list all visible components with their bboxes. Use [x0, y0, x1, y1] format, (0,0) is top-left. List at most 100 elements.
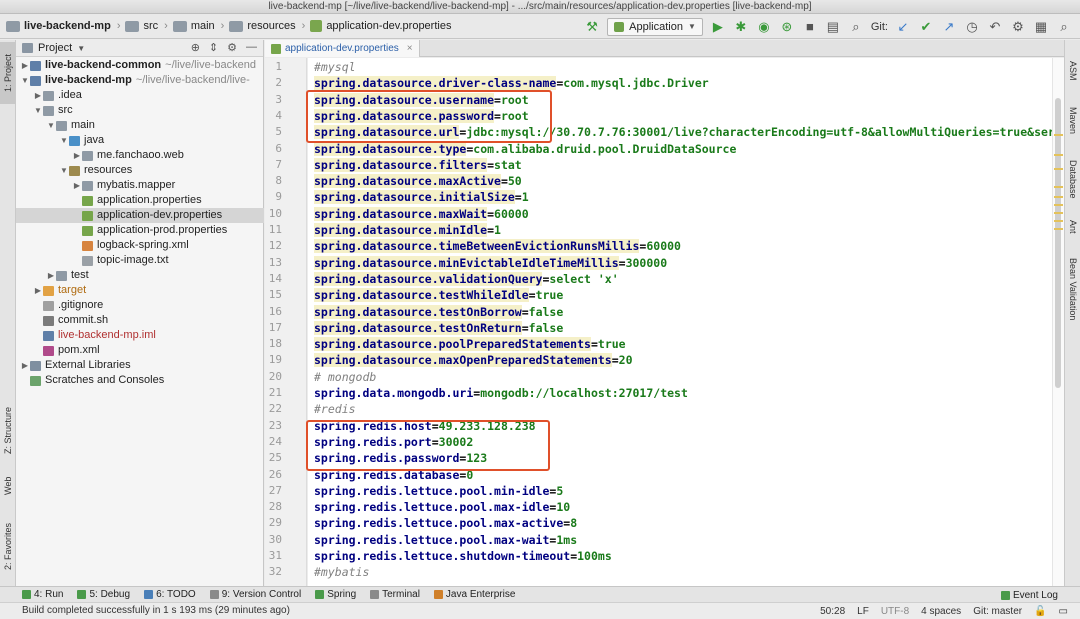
- chevron-down-icon[interactable]: ▼: [46, 118, 56, 133]
- warning-marker[interactable]: [1054, 154, 1063, 156]
- file-encoding[interactable]: UTF-8: [881, 606, 909, 617]
- code-line[interactable]: spring.datasource.timeBetweenEvictionRun…: [314, 238, 681, 254]
- search-icon[interactable]: ⌕: [1056, 19, 1072, 35]
- tab-database[interactable]: Database: [1065, 152, 1080, 206]
- warning-marker[interactable]: [1054, 204, 1063, 206]
- tree-item[interactable]: ▶ me.fanchaoo.web: [16, 148, 264, 163]
- tree-item[interactable]: application.properties: [16, 193, 264, 208]
- tool-window-button[interactable]: Spring: [315, 589, 356, 600]
- tool-window-button[interactable]: Java Enterprise: [433, 589, 515, 600]
- event-log-button[interactable]: Event Log: [1000, 587, 1058, 603]
- chevron-right-icon[interactable]: ▶: [20, 58, 30, 73]
- tab-web[interactable]: Web: [0, 470, 16, 502]
- code-line[interactable]: spring.datasource.filters=stat: [314, 157, 522, 173]
- tab-structure[interactable]: Z: Structure: [0, 398, 16, 462]
- code-line[interactable]: #redis: [314, 401, 356, 417]
- tab-ant[interactable]: Ant: [1065, 216, 1080, 238]
- tree-item[interactable]: application-prod.properties: [16, 223, 264, 238]
- breadcrumb-item[interactable]: application-dev.properties: [326, 20, 451, 32]
- git-update-icon[interactable]: ↙: [895, 19, 911, 35]
- tree-item[interactable]: ▼ main: [16, 118, 264, 133]
- warning-marker[interactable]: [1054, 168, 1063, 170]
- chevron-right-icon[interactable]: ▶: [20, 358, 30, 373]
- code-line[interactable]: spring.datasource.maxOpenPreparedStateme…: [314, 352, 633, 368]
- chevron-right-icon[interactable]: ▶: [72, 148, 82, 163]
- code-line[interactable]: #mybatis: [314, 564, 369, 580]
- chevron-right-icon[interactable]: ▶: [46, 268, 56, 283]
- history-icon[interactable]: ◷: [964, 19, 980, 35]
- tree-item[interactable]: Scratches and Consoles: [16, 373, 264, 388]
- tool-window-button[interactable]: 5: Debug: [77, 589, 130, 600]
- breadcrumb-item[interactable]: src: [143, 20, 158, 32]
- tree-item[interactable]: ▼ java: [16, 133, 264, 148]
- close-icon[interactable]: ×: [407, 43, 413, 54]
- code-line[interactable]: spring.datasource.testOnBorrow=false: [314, 304, 563, 320]
- warning-marker[interactable]: [1054, 196, 1063, 198]
- chevron-right-icon[interactable]: ▶: [72, 178, 82, 193]
- hide-panel-icon[interactable]: —: [246, 41, 257, 54]
- tree-item[interactable]: ▼ live-backend-mp ~/live/live-backend/live…: [16, 73, 264, 88]
- line-separator[interactable]: LF: [857, 606, 869, 617]
- caret-position[interactable]: 50:28: [820, 606, 845, 617]
- tree-item[interactable]: ▶ mybatis.mapper: [16, 178, 264, 193]
- chevron-right-icon[interactable]: ▶: [33, 283, 43, 298]
- code-line[interactable]: spring.redis.lettuce.pool.min-idle=5: [314, 483, 563, 499]
- chevron-down-icon[interactable]: ▼: [59, 163, 69, 178]
- code-line[interactable]: spring.redis.lettuce.pool.max-active=8: [314, 515, 577, 531]
- tree-item[interactable]: ▼ resources: [16, 163, 264, 178]
- chevron-right-icon[interactable]: ▶: [33, 88, 43, 103]
- layout-icon[interactable]: ▦: [1033, 19, 1049, 35]
- tree-item[interactable]: logback-spring.xml: [16, 238, 264, 253]
- tree-item[interactable]: application-dev.properties: [16, 208, 264, 223]
- lock-icon[interactable]: 🔓: [1034, 606, 1046, 617]
- warning-marker[interactable]: [1054, 212, 1063, 214]
- tool-window-button[interactable]: 4: Run: [22, 589, 63, 600]
- code-line[interactable]: # mongodb: [314, 369, 376, 385]
- tree-item[interactable]: ▼ src: [16, 103, 264, 118]
- locate-file-icon[interactable]: ⊕: [191, 41, 200, 54]
- tree-item[interactable]: ▶ .idea: [16, 88, 264, 103]
- code-line[interactable]: spring.datasource.poolPreparedStatements…: [314, 336, 626, 352]
- git-branch[interactable]: Git: master: [973, 606, 1022, 617]
- code-line[interactable]: spring.datasource.testWhileIdle=true: [314, 287, 563, 303]
- breadcrumb-item[interactable]: resources: [247, 20, 295, 32]
- git-push-icon[interactable]: ↗: [941, 19, 957, 35]
- code-line[interactable]: spring.datasource.maxActive=50: [314, 173, 522, 189]
- indent-setting[interactable]: 4 spaces: [921, 606, 961, 617]
- git-commit-icon[interactable]: ✔: [918, 19, 934, 35]
- tree-item[interactable]: commit.sh: [16, 313, 264, 328]
- tree-item[interactable]: pom.xml: [16, 343, 264, 358]
- code-line[interactable]: spring.redis.lettuce.shutdown-timeout=10…: [314, 548, 612, 564]
- profile-icon[interactable]: ⊛: [779, 19, 795, 35]
- chevron-down-icon[interactable]: ▼: [33, 103, 43, 118]
- tab-application-dev-properties[interactable]: application-dev.properties ×: [265, 40, 420, 57]
- wrench-icon[interactable]: ⚙: [1010, 19, 1026, 35]
- tab-asm[interactable]: ASM: [1065, 58, 1080, 84]
- code-line[interactable]: spring.datasource.maxWait=60000: [314, 206, 529, 222]
- tab-project[interactable]: 1: Project: [0, 42, 16, 104]
- code-line[interactable]: spring.datasource.minIdle=1: [314, 222, 501, 238]
- code-line[interactable]: spring.datasource.minEvictableIdleTimeMi…: [314, 255, 667, 271]
- tab-bean-validation[interactable]: Bean Validation: [1065, 250, 1080, 328]
- breadcrumb-item[interactable]: live-backend-mp: [24, 20, 111, 32]
- gear-icon[interactable]: ⚙: [227, 41, 237, 54]
- rollback-icon[interactable]: ↶: [987, 19, 1003, 35]
- tree-item[interactable]: ▶ target: [16, 283, 264, 298]
- code-line[interactable]: spring.datasource.testOnReturn=false: [314, 320, 563, 336]
- editor-scrollbar[interactable]: [1052, 58, 1064, 586]
- chevron-down-icon[interactable]: ▼: [59, 133, 69, 148]
- breadcrumb-item[interactable]: main: [191, 20, 215, 32]
- coverage-icon[interactable]: ◉: [756, 19, 772, 35]
- code-line[interactable]: spring.datasource.validationQuery=select…: [314, 271, 619, 287]
- chevron-down-icon[interactable]: ▼: [20, 73, 30, 88]
- tree-item[interactable]: topic-image.txt: [16, 253, 264, 268]
- tree-item[interactable]: ▶ External Libraries: [16, 358, 264, 373]
- tree-item[interactable]: live-backend-mp.iml: [16, 328, 264, 343]
- warning-marker[interactable]: [1054, 220, 1063, 222]
- tree-item[interactable]: ▶ test: [16, 268, 264, 283]
- memory-indicator-icon[interactable]: ▭: [1059, 606, 1068, 617]
- tab-favorites[interactable]: 2: Favorites: [0, 516, 16, 576]
- code-line[interactable]: #mysql: [314, 59, 356, 75]
- structure-icon[interactable]: ▤: [825, 19, 841, 35]
- search-everywhere-icon[interactable]: ⌕: [848, 19, 864, 35]
